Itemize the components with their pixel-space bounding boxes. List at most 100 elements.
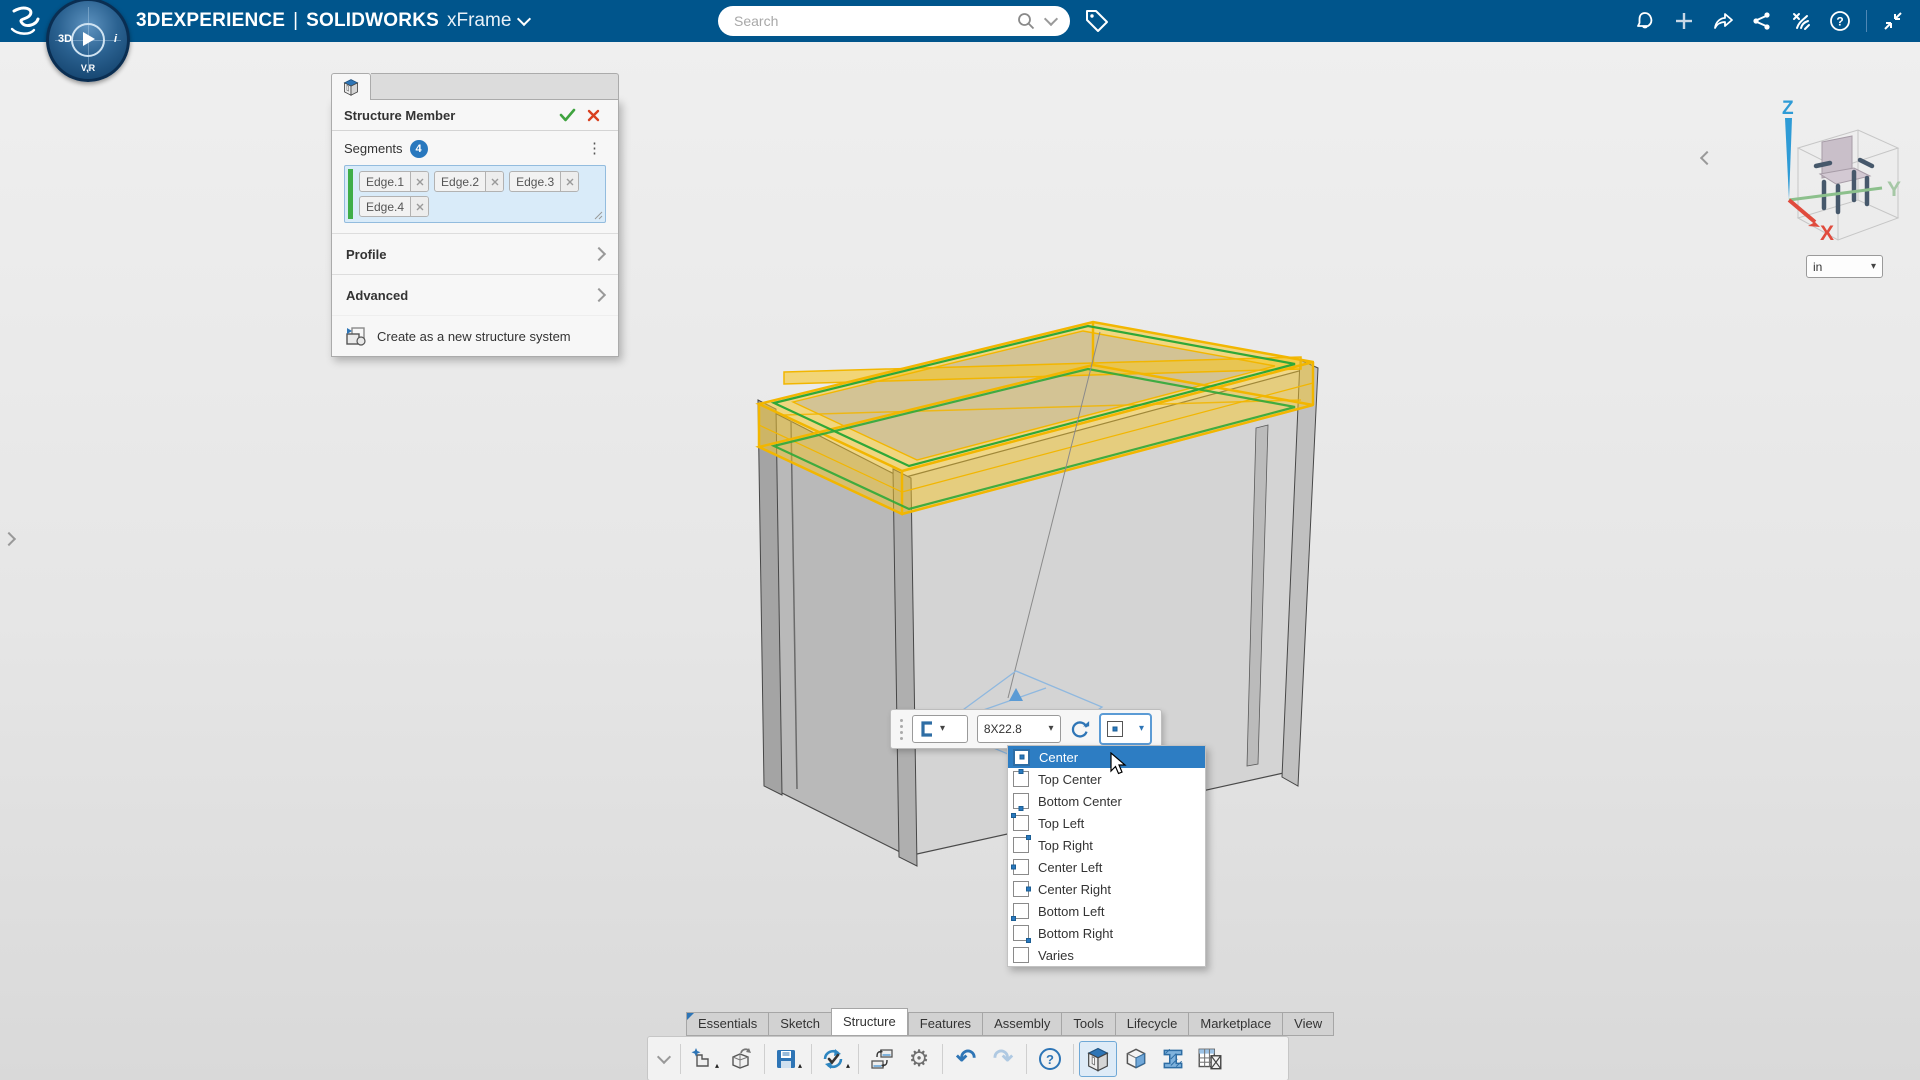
add-content-button[interactable] xyxy=(1669,6,1699,36)
remove-chip-icon[interactable] xyxy=(560,172,578,191)
share-button[interactable] xyxy=(1708,6,1738,36)
segment-chip[interactable]: Edge.3 xyxy=(509,171,579,192)
units-dropdown[interactable]: in ▾ xyxy=(1806,255,1883,278)
compass-i-quadrant[interactable]: i xyxy=(114,33,117,45)
new-part-button[interactable]: ▴ xyxy=(686,1042,722,1076)
sync-lifecycle-button[interactable]: ▴ xyxy=(817,1042,853,1076)
structure-table-tool-button[interactable] xyxy=(1192,1042,1228,1076)
create-structure-system-option[interactable]: Create as a new structure system xyxy=(332,315,618,356)
notifications-button[interactable] xyxy=(1630,6,1660,36)
3dexperience-compass[interactable]: 3D i V,R xyxy=(46,0,130,82)
menu-item-top-left[interactable]: Top Left xyxy=(1008,812,1205,834)
profile-section[interactable]: Profile xyxy=(332,233,618,274)
menu-item-center-left[interactable]: Center Left xyxy=(1008,856,1205,878)
ok-button[interactable] xyxy=(554,104,580,126)
search-input[interactable] xyxy=(718,12,1016,30)
transfer-ownership-button[interactable] xyxy=(864,1042,900,1076)
chip-label: Edge.2 xyxy=(435,172,485,191)
menu-item-label: Center Right xyxy=(1038,882,1111,897)
advanced-section[interactable]: Advanced xyxy=(332,274,618,315)
settings-button[interactable]: ⚙ xyxy=(901,1042,937,1076)
tab-view[interactable]: View xyxy=(1282,1012,1334,1036)
chevron-right-icon xyxy=(592,247,606,261)
redo-button[interactable]: ↷ xyxy=(985,1042,1021,1076)
menu-item-bottom-left[interactable]: Bottom Left xyxy=(1008,900,1205,922)
tab-structure[interactable]: Structure xyxy=(831,1008,908,1036)
title-chevron-down-icon[interactable] xyxy=(517,12,531,26)
3d-viewport[interactable] xyxy=(0,42,1920,1080)
tab-sketch[interactable]: Sketch xyxy=(768,1012,831,1036)
remove-chip-icon[interactable] xyxy=(485,172,503,191)
search-bar[interactable] xyxy=(718,6,1070,36)
remove-chip-icon[interactable] xyxy=(410,172,428,191)
menu-item-center-right[interactable]: Center Right xyxy=(1008,878,1205,900)
menu-item-top-center[interactable]: Top Center xyxy=(1008,768,1205,790)
menu-item-label: Top Center xyxy=(1038,772,1102,787)
collapse-toolbar-button[interactable] xyxy=(653,1042,675,1076)
help-circle-icon: ? xyxy=(1037,1046,1063,1072)
caret-down-icon: ▾ xyxy=(1139,724,1144,734)
check-icon xyxy=(559,108,576,122)
search-icon[interactable] xyxy=(1016,11,1036,31)
open-button[interactable] xyxy=(723,1042,759,1076)
advanced-label: Advanced xyxy=(346,288,594,303)
undo-button[interactable]: ↶ xyxy=(948,1042,984,1076)
tab-marketplace[interactable]: Marketplace xyxy=(1188,1012,1282,1036)
kebab-menu-icon[interactable]: ⋮ xyxy=(583,139,606,158)
caret-down-icon: ▾ xyxy=(1871,262,1876,272)
menu-item-top-right[interactable]: Top Right xyxy=(1008,834,1205,856)
chip-label: Edge.4 xyxy=(360,197,410,216)
document-name: xFrame xyxy=(447,0,511,42)
chevron-left-icon xyxy=(1700,151,1714,165)
transfer-icon xyxy=(869,1046,895,1072)
help-tool-button[interactable]: ? xyxy=(1032,1042,1068,1076)
menu-item-center[interactable]: Center xyxy=(1008,746,1205,768)
rotate-profile-button[interactable] xyxy=(1070,717,1091,741)
3ds-logo[interactable] xyxy=(8,3,44,39)
resize-grip[interactable] xyxy=(594,211,603,220)
swym-community-button[interactable] xyxy=(1786,6,1816,36)
chip-label: Edge.3 xyxy=(510,172,560,191)
profile-size-dropdown[interactable]: 8X22.8 ▾ xyxy=(977,715,1061,743)
toolbar-divider xyxy=(1866,10,1867,32)
tab-essentials[interactable]: Essentials xyxy=(686,1012,768,1036)
profile-type-dropdown[interactable]: ▾ xyxy=(912,715,968,743)
remove-chip-icon[interactable] xyxy=(410,197,428,216)
segment-chip[interactable]: Edge.4 xyxy=(359,196,429,217)
toolbar-divider xyxy=(942,1044,943,1074)
menu-item-bottom-right[interactable]: Bottom Right xyxy=(1008,922,1205,944)
structure-member-tool-button[interactable] xyxy=(1079,1041,1117,1077)
expand-panel-button[interactable] xyxy=(4,526,26,552)
tab-features[interactable]: Features xyxy=(908,1012,982,1036)
profile-tool-button[interactable] xyxy=(1155,1042,1191,1076)
cancel-button[interactable] xyxy=(580,104,606,126)
tab-assembly[interactable]: Assembly xyxy=(982,1012,1061,1036)
tag-icon[interactable] xyxy=(1084,8,1110,34)
collapse-compass-button[interactable] xyxy=(1702,150,1724,176)
segment-chip[interactable]: Edge.1 xyxy=(359,171,429,192)
drag-handle[interactable] xyxy=(900,719,903,740)
compass-vr-quadrant[interactable]: V,R xyxy=(81,63,95,73)
segments-selection-field[interactable]: Edge.1 Edge.2 Edge.3 Edge.4 xyxy=(344,165,606,223)
network-share-button[interactable] xyxy=(1747,6,1777,36)
corner-management-tool-button[interactable] xyxy=(1118,1042,1154,1076)
panel-tab-structure-member[interactable] xyxy=(331,73,371,100)
menu-item-label: Top Left xyxy=(1038,816,1084,831)
menu-item-bottom-center[interactable]: Bottom Center xyxy=(1008,790,1205,812)
compass-3d-quadrant[interactable]: 3D xyxy=(58,33,72,45)
panel-title: Structure Member xyxy=(344,108,554,123)
tab-tools[interactable]: Tools xyxy=(1061,1012,1114,1036)
search-options-chevron-icon[interactable] xyxy=(1044,12,1058,26)
structure-member-icon xyxy=(341,78,361,96)
anchor-point-dropdown[interactable]: ▾ xyxy=(1099,713,1152,745)
help-button[interactable]: ? xyxy=(1825,6,1855,36)
view-compass[interactable]: Z Y X xyxy=(1760,100,1910,275)
segment-chip[interactable]: Edge.2 xyxy=(434,171,504,192)
collapse-window-button[interactable] xyxy=(1878,6,1908,36)
menu-item-varies[interactable]: Varies xyxy=(1008,944,1205,966)
tab-lifecycle[interactable]: Lifecycle xyxy=(1115,1012,1189,1036)
y-axis-label: Y xyxy=(1887,178,1901,201)
compass-play-icon[interactable] xyxy=(71,23,105,57)
close-icon xyxy=(587,109,600,122)
save-button[interactable]: ▴ xyxy=(770,1042,806,1076)
